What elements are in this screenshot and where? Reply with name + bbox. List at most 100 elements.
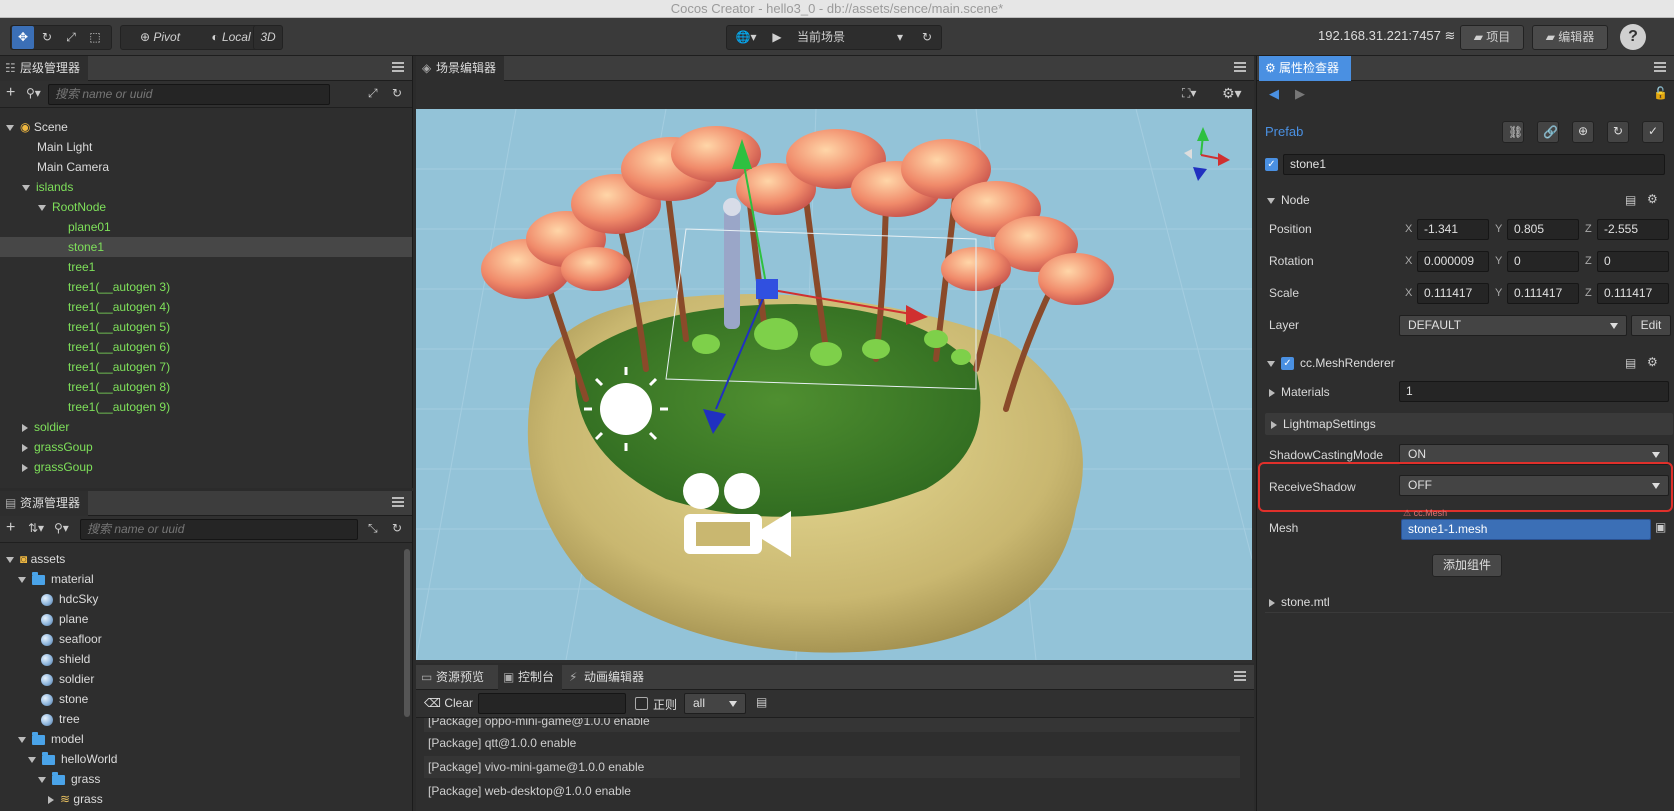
- tree-item-tree1-autogen8[interactable]: tree1(__autogen 8): [0, 377, 412, 397]
- tree-item-tree1-autogen6[interactable]: tree1(__autogen 6): [0, 337, 412, 357]
- scale-x-input[interactable]: 0.111417: [1417, 283, 1489, 304]
- rect-tool-icon[interactable]: ⬚: [84, 26, 106, 49]
- tab-scene-editor[interactable]: ◈ 场景编辑器: [416, 56, 505, 81]
- tree-item-soldier[interactable]: soldier: [0, 417, 412, 437]
- asset-grass-folder[interactable]: grass: [0, 769, 412, 789]
- hierarchy-menu-icon[interactable]: [392, 62, 404, 72]
- position-x-input[interactable]: -1.341: [1417, 219, 1489, 240]
- tree-item-main-camera[interactable]: Main Camera: [0, 157, 412, 177]
- tree-item-grassgoup[interactable]: grassGoup: [0, 437, 412, 457]
- camera-settings-icon[interactable]: ⛶▾: [1182, 86, 1196, 101]
- layer-edit-button[interactable]: Edit: [1631, 315, 1671, 336]
- prefab-link-button[interactable]: 🔗: [1537, 121, 1559, 143]
- scene-menu-icon[interactable]: [1234, 62, 1246, 72]
- refresh-icon[interactable]: ↻: [915, 26, 939, 49]
- asset-material-folder[interactable]: material: [0, 569, 412, 589]
- scale-z-input[interactable]: 0.111417: [1597, 283, 1669, 304]
- tree-item-tree1-autogen4[interactable]: tree1(__autogen 4): [0, 297, 412, 317]
- asset-helloworld-folder[interactable]: helloWorld: [0, 749, 412, 769]
- asset-assets[interactable]: ◙ assets: [0, 549, 412, 569]
- tree-item-islands[interactable]: islands: [0, 177, 412, 197]
- node-active-checkbox[interactable]: ✓: [1265, 158, 1278, 171]
- meshrenderer-enabled-checkbox[interactable]: ✓: [1281, 357, 1294, 371]
- prefab-locate-button[interactable]: ⊕: [1572, 121, 1594, 143]
- hierarchy-search-input[interactable]: 搜索 name or uuid: [48, 84, 330, 105]
- tree-item-tree1-autogen3[interactable]: tree1(__autogen 3): [0, 277, 412, 297]
- add-asset-icon[interactable]: +: [6, 519, 15, 537]
- book-icon[interactable]: ▤: [1625, 356, 1636, 370]
- lock-icon[interactable]: 🔓: [1653, 86, 1668, 100]
- asset-shield[interactable]: shield: [0, 649, 412, 669]
- tree-item-stone1[interactable]: stone1: [0, 237, 412, 257]
- material-asset-row[interactable]: stone.mtl: [1265, 591, 1673, 613]
- scale-y-input[interactable]: 0.111417: [1507, 283, 1579, 304]
- tree-item-rootnode[interactable]: RootNode: [0, 197, 412, 217]
- refresh-icon[interactable]: ↻: [392, 521, 402, 535]
- orientation-gizmo[interactable]: [1184, 127, 1230, 181]
- mode-3d-button[interactable]: 3D: [253, 25, 283, 50]
- tree-item-tree1-autogen7[interactable]: tree1(__autogen 7): [0, 357, 412, 377]
- platform-globe-icon[interactable]: 🌐▾: [731, 26, 761, 49]
- asset-locate-icon[interactable]: ▣: [1655, 520, 1666, 534]
- position-z-input[interactable]: -2.555: [1597, 219, 1669, 240]
- asset-seafloor[interactable]: seafloor: [0, 629, 412, 649]
- document-icon[interactable]: ▤: [756, 695, 767, 709]
- node-name-input[interactable]: stone1: [1283, 154, 1665, 175]
- regex-checkbox[interactable]: [635, 697, 648, 710]
- prefab-apply-button[interactable]: ✓: [1642, 121, 1664, 143]
- node-section-header[interactable]: Node: [1261, 189, 1674, 211]
- receive-shadow-select[interactable]: OFF: [1399, 475, 1669, 496]
- expand-icon[interactable]: ⤢: [368, 86, 378, 101]
- asset-grass-prefab[interactable]: ≋ grass: [0, 789, 412, 809]
- add-node-icon[interactable]: +: [6, 84, 15, 102]
- gear-icon[interactable]: ⚙▾: [1222, 85, 1242, 102]
- asset-tree[interactable]: tree: [0, 709, 412, 729]
- search-icon[interactable]: ⚲▾: [26, 86, 41, 100]
- gear-icon[interactable]: ⚙: [1647, 355, 1658, 369]
- tree-item-main-light[interactable]: Main Light: [0, 137, 412, 157]
- inspector-menu-icon[interactable]: [1654, 62, 1666, 72]
- assets-menu-icon[interactable]: [392, 497, 404, 507]
- add-component-button[interactable]: 添加组件: [1432, 554, 1502, 577]
- position-y-input[interactable]: 0.805: [1507, 219, 1579, 240]
- pivot-button[interactable]: ⊕ Pivot: [125, 26, 195, 49]
- tab-hierarchy[interactable]: ☷ 层级管理器: [0, 56, 89, 81]
- scene-viewport[interactable]: [416, 109, 1252, 660]
- tree-item-grassgoup-2[interactable]: grassGoup: [0, 457, 412, 477]
- editor-button[interactable]: ▰ 编辑器: [1532, 25, 1608, 50]
- tab-animation-editor[interactable]: ⚡ 动画编辑器: [564, 665, 652, 690]
- asset-soldier[interactable]: soldier: [0, 669, 412, 689]
- rotate-tool-icon[interactable]: ↻: [36, 26, 58, 49]
- prefab-revert-button[interactable]: ↻: [1607, 121, 1629, 143]
- back-arrow-icon[interactable]: ◀: [1269, 86, 1279, 102]
- play-icon[interactable]: ▶: [767, 26, 787, 49]
- assets-search-input[interactable]: 搜索 name or uuid: [80, 519, 358, 540]
- rotation-y-input[interactable]: 0: [1507, 251, 1579, 272]
- mesh-asset-field[interactable]: stone1-1.mesh: [1401, 519, 1651, 540]
- project-button[interactable]: ▰ 项目: [1460, 25, 1524, 50]
- move-tool-icon[interactable]: ✥: [12, 26, 34, 49]
- server-ip[interactable]: 192.168.31.221:7457 ≋: [1318, 28, 1455, 44]
- asset-model-folder[interactable]: model: [0, 729, 412, 749]
- search-icon[interactable]: ⚲▾: [54, 521, 69, 535]
- sort-icon[interactable]: ⇅▾: [28, 521, 44, 535]
- prefab-unlink-button[interactable]: ⛓: [1502, 121, 1524, 143]
- tree-item-plane01[interactable]: plane01: [0, 217, 412, 237]
- clear-button[interactable]: ⌫ Clear: [424, 696, 473, 710]
- rotation-z-input[interactable]: 0: [1597, 251, 1669, 272]
- refresh-icon[interactable]: ↻: [392, 86, 402, 100]
- scale-tool-icon[interactable]: ⤢: [60, 26, 82, 49]
- materials-label[interactable]: Materials: [1269, 385, 1330, 399]
- collapse-icon[interactable]: ⤡: [368, 521, 378, 536]
- layer-select[interactable]: DEFAULT: [1399, 315, 1627, 336]
- tab-assets[interactable]: ▤ 资源管理器: [0, 491, 89, 516]
- meshrenderer-section-header[interactable]: ✓ cc.MeshRenderer: [1261, 352, 1674, 374]
- scene-select[interactable]: 当前场景 ▾: [789, 26, 909, 49]
- tree-item-tree1[interactable]: tree1: [0, 257, 412, 277]
- book-icon[interactable]: ▤: [1625, 193, 1636, 207]
- rotation-x-input[interactable]: 0.000009: [1417, 251, 1489, 272]
- asset-hdcsky[interactable]: hdcSky: [0, 589, 412, 609]
- tab-console[interactable]: ▣ 控制台: [498, 665, 563, 690]
- asset-plane[interactable]: plane: [0, 609, 412, 629]
- gear-icon[interactable]: ⚙: [1647, 192, 1658, 206]
